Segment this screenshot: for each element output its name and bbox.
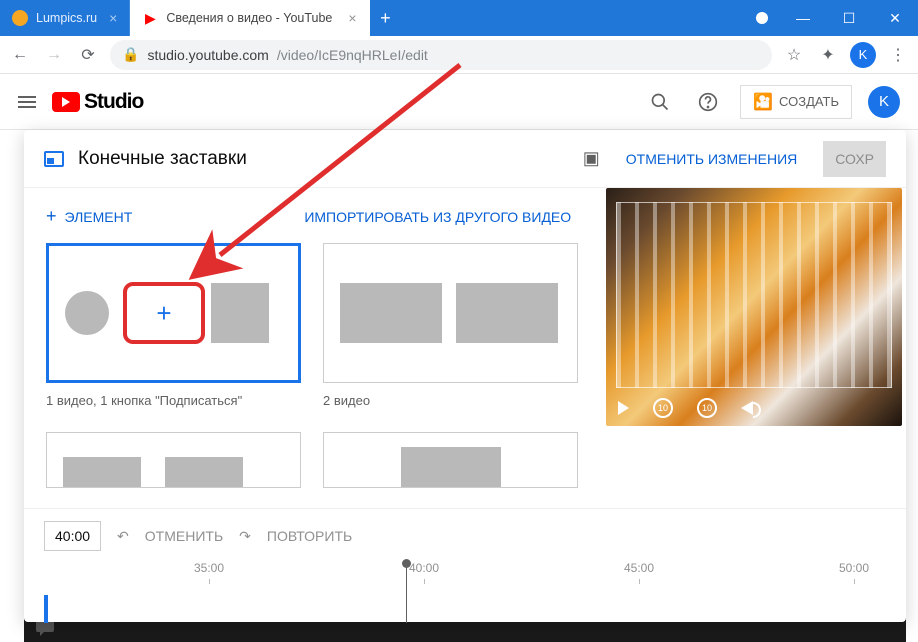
hamburger-icon[interactable] [18, 96, 36, 108]
template-1-video-1-subscribe[interactable]: + 1 видео, 1 кнопка "Подписаться" [46, 243, 301, 418]
create-label: СОЗДАТЬ [779, 94, 839, 109]
logo-text: Studio [84, 90, 143, 114]
templates-column: + ЭЛЕМЕНТ ИМПОРТИРОВАТЬ ИЗ ДРУГОГО ВИДЕО… [24, 188, 589, 508]
playhead[interactable] [406, 561, 407, 623]
maximize-button[interactable]: ☐ [826, 0, 872, 36]
timeline-tick: 35:00 [194, 561, 224, 575]
tab-lumpics[interactable]: Lumpics.ru × [0, 0, 130, 36]
video-placeholder-icon [456, 283, 558, 343]
undo-icon[interactable]: ↶ [117, 528, 129, 545]
new-tab-button[interactable]: + [370, 0, 400, 36]
lock-icon: 🔒 [122, 46, 139, 63]
address-bar[interactable]: 🔒 studio.youtube.com/video/IcE9nqHRLeI/e… [110, 40, 772, 70]
plus-icon: + [46, 206, 57, 227]
template-row2-a[interactable] [46, 432, 301, 488]
favicon-youtube: ▶ [142, 10, 158, 26]
template-label: 2 видео [323, 383, 578, 418]
url-path: /video/IcE9nqHRLeI/edit [277, 47, 428, 63]
back-button[interactable]: ← [8, 43, 32, 67]
bookmark-button[interactable]: ☆ [782, 43, 806, 67]
account-avatar[interactable]: K [868, 86, 900, 118]
youtube-studio-logo[interactable]: Studio [52, 90, 143, 114]
help-icon[interactable] [692, 86, 724, 118]
profile-dot-icon[interactable] [756, 12, 768, 24]
preview-column: 10 10 [589, 188, 906, 508]
browser-toolbar: ← → ⟳ 🔒 studio.youtube.com/video/IcE9nqH… [0, 36, 918, 74]
create-button[interactable]: 🎦 СОЗДАТЬ [740, 85, 852, 119]
timeline: 40:00 ↶ ОТМЕНИТЬ ↷ ПОВТОРИТЬ 35:00 40:00… [24, 508, 906, 623]
forward-10-button[interactable]: 10 [697, 398, 717, 418]
rewind-10-button[interactable]: 10 [653, 398, 673, 418]
forward-button[interactable]: → [42, 43, 66, 67]
url-host: studio.youtube.com [147, 47, 268, 63]
element-label: ЭЛЕМЕНТ [65, 209, 133, 225]
search-icon[interactable] [644, 86, 676, 118]
tab-youtube-studio[interactable]: ▶ Сведения о видео - YouTube Stu × [130, 0, 370, 36]
video-placeholder-icon [211, 283, 269, 343]
timeline-tick: 50:00 [839, 561, 869, 575]
plus-icon: + [156, 298, 171, 329]
profile-avatar[interactable]: K [850, 42, 876, 68]
youtube-play-icon [52, 92, 80, 112]
template-row2-b[interactable] [323, 432, 578, 488]
subscribe-placeholder-icon [65, 291, 109, 335]
menu-button[interactable]: ⋮ [886, 43, 910, 67]
undo-button[interactable]: ОТМЕНИТЬ [145, 528, 223, 544]
close-icon[interactable]: × [109, 10, 117, 26]
redo-icon[interactable]: ↷ [239, 528, 251, 545]
add-element-button[interactable]: + ЭЛЕМЕНТ [46, 206, 132, 227]
timeline-tick: 40:00 [409, 561, 439, 575]
favicon-lumpics [12, 10, 28, 26]
volume-button[interactable] [741, 401, 753, 415]
template-2-video[interactable]: 2 видео [323, 243, 578, 418]
add-slot-highlighted[interactable]: + [123, 282, 205, 344]
template-label: 1 видео, 1 кнопка "Подписаться" [46, 383, 301, 418]
minimize-button[interactable]: — [780, 0, 826, 36]
time-input[interactable]: 40:00 [44, 521, 101, 551]
browser-titlebar: Lumpics.ru × ▶ Сведения о видео - YouTub… [0, 0, 918, 36]
play-button[interactable] [618, 401, 629, 415]
timeline-ruler[interactable]: 35:00 40:00 45:00 50:00 [44, 561, 886, 623]
camera-icon: 🎦 [753, 92, 773, 112]
timeline-start-marker [44, 595, 48, 623]
feedback-icon[interactable]: ▣ [583, 148, 600, 169]
close-window-button[interactable]: ✕ [872, 0, 918, 36]
redo-button[interactable]: ПОВТОРИТЬ [267, 528, 352, 544]
timeline-tick: 45:00 [624, 561, 654, 575]
close-icon[interactable]: × [348, 10, 356, 26]
import-from-video-button[interactable]: ИМПОРТИРОВАТЬ ИЗ ДРУГОГО ВИДЕО [304, 209, 571, 225]
video-preview[interactable]: 10 10 [606, 188, 902, 426]
endscreen-icon [44, 151, 64, 167]
save-button[interactable]: СОХР [823, 141, 886, 177]
reload-button[interactable]: ⟳ [76, 43, 100, 67]
tab-title: Lumpics.ru [36, 11, 97, 25]
studio-header: Studio 🎦 СОЗДАТЬ K [0, 74, 918, 130]
end-screen-panel: Конечные заставки ▣ ОТМЕНИТЬ ИЗМЕНЕНИЯ С… [24, 130, 906, 622]
panel-header: Конечные заставки ▣ ОТМЕНИТЬ ИЗМЕНЕНИЯ С… [24, 130, 906, 188]
tab-title: Сведения о видео - YouTube Stu [166, 11, 336, 25]
cancel-changes-button[interactable]: ОТМЕНИТЬ ИЗМЕНЕНИЯ [614, 151, 810, 167]
panel-title: Конечные заставки [78, 148, 247, 170]
extensions-button[interactable]: ✦ [816, 43, 840, 67]
video-placeholder-icon [340, 283, 442, 343]
